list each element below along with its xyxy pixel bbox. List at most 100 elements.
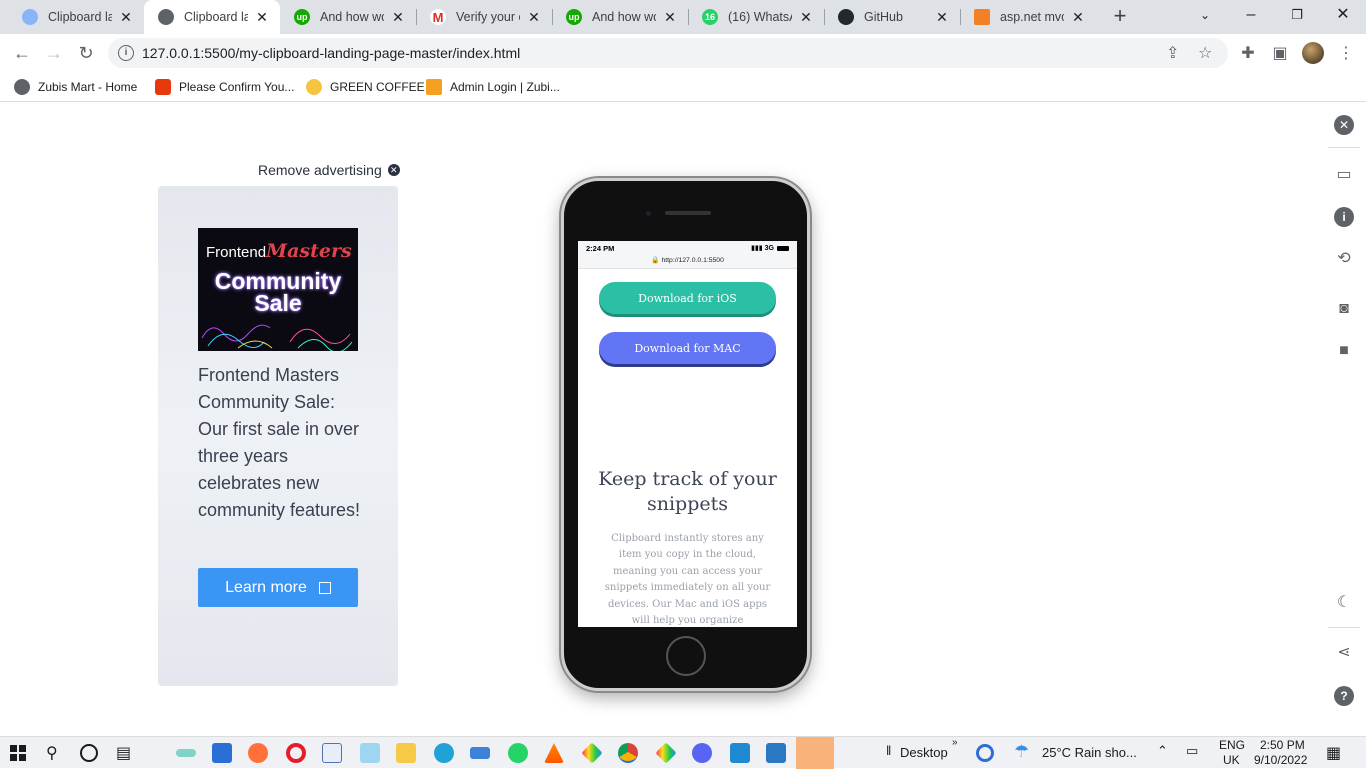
devices-icon[interactable]: ▭ (1334, 165, 1354, 185)
close-tab-icon[interactable]: ✕ (662, 9, 678, 26)
share-icon[interactable]: ⇪ (1166, 43, 1179, 63)
clock-time[interactable]: 2:50 PM (1260, 738, 1305, 752)
notification-center-icon[interactable]: ▦ (1326, 743, 1341, 763)
close-tab-icon[interactable]: ✕ (118, 9, 134, 26)
gmail-favicon-icon: M (430, 9, 446, 25)
minimize-button[interactable]: – (1228, 0, 1274, 32)
taskbar-onedrive-icon[interactable] (796, 737, 834, 769)
restore-button[interactable]: ❐ (1274, 0, 1320, 32)
taskbar-photos-icon[interactable] (766, 743, 786, 763)
back-arrow-icon[interactable]: ← (10, 41, 34, 65)
desktop-toolbar-label[interactable]: Desktop (900, 745, 948, 760)
tab-5[interactable]: up And how wou ✕ (552, 0, 688, 34)
side-panel-icon[interactable]: ▣ (1270, 43, 1290, 63)
help-tips-icon[interactable] (976, 744, 994, 762)
help-icon[interactable]: ? (1334, 686, 1354, 706)
tab-search-chevron-icon[interactable]: ⌄ (1182, 0, 1228, 32)
mobile-status-bar: 2:24 PM ▮▮▮ 3G 🔒 http://127.0.0.1:5500 (578, 241, 797, 269)
close-tab-icon[interactable]: ✕ (254, 9, 270, 26)
taskbar-firefox-icon[interactable] (248, 743, 268, 763)
ad-image[interactable]: FrontendMasters Community Sale (198, 228, 358, 351)
taskbar-file-explorer-icon[interactable] (396, 743, 416, 763)
close-icon[interactable]: ✕ (1334, 115, 1354, 135)
tab-4[interactable]: M Verify your er ✕ (416, 0, 552, 34)
windows-start-icon[interactable] (10, 745, 26, 761)
zubi-icon (426, 79, 442, 95)
reload-icon[interactable]: ↻ (74, 41, 98, 65)
info-icon[interactable]: i (1334, 207, 1354, 227)
language-bottom[interactable]: UK (1223, 753, 1240, 767)
language-top[interactable]: ENG (1219, 738, 1245, 752)
task-view-icon[interactable]: ▤ (116, 743, 131, 763)
remove-advertising-link[interactable]: Remove advertising ✕ (258, 162, 400, 178)
close-circle-icon[interactable]: ✕ (387, 164, 400, 176)
bookmark-item[interactable]: Please Confirm You... (155, 77, 294, 97)
status-time: 2:24 PM (586, 244, 615, 253)
taskbar-discord-icon[interactable] (692, 743, 712, 763)
tab-8[interactable]: asp.net mvc - ✕ (960, 0, 1096, 34)
taskbar-git-icon[interactable] (655, 742, 677, 764)
windows-taskbar: ⚲ ▤ ‖ Desktop » ☂ 25°C Rain sho... ⌃ ▭ E… (0, 736, 1366, 769)
video-camera-icon[interactable]: ■ (1334, 341, 1354, 361)
dark-mode-moon-icon[interactable]: ☾ (1334, 593, 1354, 613)
tab-1[interactable]: Clipboard lan ✕ (8, 0, 144, 34)
url-text[interactable]: 127.0.0.1:5500/my-clipboard-landing-page… (142, 45, 520, 61)
rotate-icon[interactable]: ⟲ (1334, 249, 1354, 269)
network-icon[interactable]: ▭ (1186, 743, 1198, 759)
chevron-more-icon[interactable]: » (952, 737, 958, 748)
tab-7[interactable]: GitHub ✕ (824, 0, 960, 34)
bookmark-item[interactable]: GREEN COFFEE (306, 77, 425, 97)
tab-6[interactable]: 16 (16) WhatsAp ✕ (688, 0, 824, 34)
search-icon[interactable]: ⚲ (46, 743, 58, 763)
tab-3[interactable]: up And how wou ✕ (280, 0, 416, 34)
weather-text[interactable]: 25°C Rain sho... (1042, 745, 1137, 760)
remove-advertising-label: Remove advertising (258, 162, 382, 178)
profile-avatar[interactable] (1302, 42, 1324, 64)
extensions-puzzle-icon[interactable]: ✚ (1238, 43, 1258, 63)
taskbar-edge-icon[interactable] (434, 743, 454, 763)
bookmark-star-icon[interactable]: ☆ (1198, 43, 1212, 63)
taskbar-keyboard-icon[interactable] (470, 747, 490, 759)
menu-kebab-icon[interactable]: ⋮ (1336, 43, 1356, 63)
mobile-address: 🔒 http://127.0.0.1:5500 (651, 257, 724, 264)
cortana-icon[interactable] (80, 744, 98, 762)
address-bar[interactable]: i 127.0.0.1:5500/my-clipboard-landing-pa… (108, 38, 1228, 68)
tab-2-active[interactable]: Clipboard lan ✕ (144, 0, 280, 34)
close-tab-icon[interactable]: ✕ (934, 9, 950, 26)
taskbar-sourcetree-icon[interactable] (581, 742, 603, 764)
close-tab-icon[interactable]: ✕ (798, 9, 814, 26)
taskbar-whatsapp-icon[interactable] (508, 743, 528, 763)
email-icon (155, 79, 171, 95)
download-mac-button[interactable]: Download for MAC (599, 332, 776, 364)
home-button[interactable] (666, 636, 706, 676)
clock-date[interactable]: 9/10/2022 (1254, 753, 1307, 767)
taskbar-app-store-icon[interactable] (212, 743, 232, 763)
close-tab-icon[interactable]: ✕ (1070, 9, 1086, 26)
site-info-icon[interactable]: i (118, 45, 134, 61)
download-ios-button[interactable]: Download for iOS (599, 282, 776, 314)
new-tab-button[interactable]: + (1108, 4, 1132, 28)
taskbar-divider: ‖ (886, 743, 892, 758)
taskbar-notepad-icon[interactable] (360, 743, 380, 763)
close-window-button[interactable]: ✕ (1320, 0, 1366, 32)
taskbar-wordpad-icon[interactable] (322, 743, 342, 763)
taskbar-chrome-icon[interactable] (618, 743, 638, 763)
ad-card: FrontendMasters Community Sale Frontend … (158, 186, 398, 686)
tray-chevron-up-icon[interactable]: ⌃ (1157, 743, 1168, 759)
learn-more-button[interactable]: Learn more (198, 568, 358, 607)
camera-icon[interactable]: ◙ (1334, 299, 1354, 319)
bookmark-item[interactable]: Admin Login | Zubi... (426, 77, 560, 97)
close-tab-icon[interactable]: ✕ (390, 9, 406, 26)
taskbar-vscode-icon[interactable] (730, 743, 750, 763)
ad-image-brand-script: Masters (266, 240, 352, 262)
clipboard-favicon-icon (22, 9, 38, 25)
taskbar-opera-icon[interactable] (286, 743, 306, 763)
share-icon[interactable]: ⋖ (1334, 643, 1354, 663)
taskbar-vlc-icon[interactable] (544, 743, 564, 763)
tab-title: Verify your er (456, 10, 520, 24)
close-tab-icon[interactable]: ✕ (526, 9, 542, 26)
bookmark-item[interactable]: Zubis Mart - Home (14, 77, 137, 97)
taskbar-app-people-icon[interactable] (176, 749, 196, 757)
forward-arrow-icon[interactable]: → (42, 41, 66, 65)
tab-title: GitHub (864, 10, 903, 24)
